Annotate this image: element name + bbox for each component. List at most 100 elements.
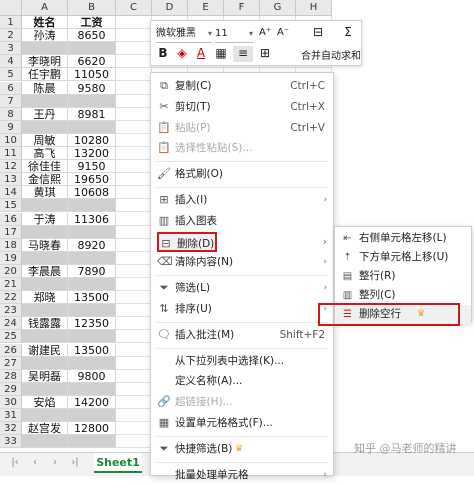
empty-cell[interactable]: [116, 133, 152, 147]
empty-cell[interactable]: [116, 42, 152, 56]
menu-item[interactable]: ⊞ 插入(I) ›: [151, 190, 333, 210]
name-cell[interactable]: [22, 199, 68, 213]
submenu-item[interactable]: ⇡ 下方单元格上移(U): [335, 248, 471, 267]
menu-item[interactable]: ▦ 设置单元格格式(F)...: [151, 413, 333, 433]
salary-cell[interactable]: 12800: [68, 422, 116, 436]
salary-cell[interactable]: 10280: [68, 133, 116, 147]
row-header[interactable]: 30: [0, 395, 22, 409]
menu-item[interactable]: 从下拉列表中选择(K)...: [151, 351, 333, 371]
name-cell[interactable]: 王丹: [22, 107, 68, 121]
salary-cell[interactable]: [68, 251, 116, 265]
row-header[interactable]: 5: [0, 68, 22, 82]
name-cell[interactable]: 钱露露: [22, 317, 68, 331]
salary-cell[interactable]: [68, 435, 116, 449]
row-header[interactable]: 31: [0, 409, 22, 423]
column-header[interactable]: B: [68, 0, 116, 16]
name-cell[interactable]: 金信熙: [22, 173, 68, 187]
row-header[interactable]: 22: [0, 291, 22, 305]
border-icon[interactable]: ▦: [213, 46, 229, 62]
row-header[interactable]: 24: [0, 317, 22, 331]
salary-cell[interactable]: 13500: [68, 343, 116, 357]
empty-cell[interactable]: [116, 369, 152, 383]
autosum-icon[interactable]: Σ: [339, 25, 357, 43]
name-cell[interactable]: [22, 225, 68, 239]
autosum-label[interactable]: 自动求和: [317, 47, 361, 62]
bold-button[interactable]: B: [156, 46, 170, 62]
name-cell[interactable]: [22, 278, 68, 292]
row-header[interactable]: 26: [0, 343, 22, 357]
row-header[interactable]: 17: [0, 225, 22, 239]
menu-item[interactable]: 🔗 超链接(H)...: [151, 392, 333, 412]
menu-item[interactable]: ▥ 插入图表: [151, 211, 333, 231]
empty-cell[interactable]: [116, 147, 152, 161]
name-cell[interactable]: 谢建民: [22, 343, 68, 357]
menu-item[interactable]: ⧉ 复制(C) Ctrl+C: [151, 76, 333, 96]
name-cell[interactable]: 任宇鹏: [22, 68, 68, 82]
salary-cell[interactable]: 8920: [68, 238, 116, 252]
name-cell[interactable]: 于涛: [22, 212, 68, 226]
salary-cell[interactable]: [68, 409, 116, 423]
salary-cell[interactable]: [68, 199, 116, 213]
merge-cells-icon[interactable]: ⊟: [309, 25, 327, 43]
row-header[interactable]: 13: [0, 173, 22, 187]
empty-cell[interactable]: [116, 291, 152, 305]
menu-item[interactable]: ⏷ 筛选(L) ›: [151, 278, 333, 298]
submenu-item[interactable]: ▤ 整行(R): [335, 267, 471, 286]
column-header[interactable]: F: [224, 0, 260, 16]
menu-item[interactable]: ✂ 剪切(T) Ctrl+X: [151, 97, 333, 117]
row-header[interactable]: 29: [0, 382, 22, 396]
name-cell[interactable]: [22, 42, 68, 56]
empty-cell[interactable]: [116, 186, 152, 200]
row-header[interactable]: 33: [0, 435, 22, 449]
salary-cell[interactable]: 14200: [68, 395, 116, 409]
salary-cell[interactable]: [68, 120, 116, 134]
column-header[interactable]: A: [22, 0, 68, 16]
empty-cell[interactable]: [116, 160, 152, 174]
first-sheet-arrow-icon[interactable]: |‹: [8, 456, 22, 470]
empty-cell[interactable]: [116, 225, 152, 239]
salary-cell[interactable]: [68, 356, 116, 370]
name-cell[interactable]: [22, 382, 68, 396]
align-center-icon[interactable]: ≡: [233, 46, 253, 62]
row-header[interactable]: 10: [0, 133, 22, 147]
row-header[interactable]: 3: [0, 42, 22, 56]
row-header[interactable]: 12: [0, 160, 22, 174]
empty-cell[interactable]: [116, 278, 152, 292]
menu-item[interactable]: 批量处理单元格 ›: [151, 465, 333, 485]
salary-cell[interactable]: [68, 382, 116, 396]
row-header[interactable]: 2: [0, 29, 22, 43]
row-header[interactable]: 15: [0, 199, 22, 213]
row-header[interactable]: 16: [0, 212, 22, 226]
row-header[interactable]: 18: [0, 238, 22, 252]
row-header[interactable]: 1: [0, 16, 22, 30]
empty-cell[interactable]: [116, 422, 152, 436]
salary-cell[interactable]: [68, 225, 116, 239]
name-cell[interactable]: [22, 356, 68, 370]
salary-cell[interactable]: [68, 42, 116, 56]
salary-cell[interactable]: [68, 330, 116, 344]
name-cell[interactable]: [22, 330, 68, 344]
column-header[interactable]: G: [260, 0, 296, 16]
name-cell[interactable]: 陈晨: [22, 81, 68, 95]
empty-cell[interactable]: [116, 435, 152, 449]
salary-cell[interactable]: 19650: [68, 173, 116, 187]
sheet-tab[interactable]: Sheet1: [94, 453, 142, 473]
prev-sheet-arrow-icon[interactable]: ‹: [28, 456, 42, 470]
next-sheet-arrow-icon[interactable]: ›: [48, 456, 62, 470]
empty-cell[interactable]: [116, 81, 152, 95]
name-cell[interactable]: [22, 435, 68, 449]
menu-item[interactable]: 定义名称(A)...: [151, 371, 333, 391]
more-align-icon[interactable]: ⊞: [257, 46, 273, 62]
salary-cell[interactable]: 9580: [68, 81, 116, 95]
row-header[interactable]: 14: [0, 186, 22, 200]
name-cell[interactable]: [22, 94, 68, 108]
column-header[interactable]: H: [296, 0, 332, 16]
menu-item[interactable]: ⏷ 快捷筛选(B) ♛: [151, 439, 333, 459]
salary-cell[interactable]: 9150: [68, 160, 116, 174]
name-cell[interactable]: [22, 120, 68, 134]
row-header[interactable]: 21: [0, 278, 22, 292]
name-cell[interactable]: 孙涛: [22, 29, 68, 43]
row-header[interactable]: 32: [0, 422, 22, 436]
row-header[interactable]: 11: [0, 147, 22, 161]
last-sheet-arrow-icon[interactable]: ›|: [68, 456, 82, 470]
